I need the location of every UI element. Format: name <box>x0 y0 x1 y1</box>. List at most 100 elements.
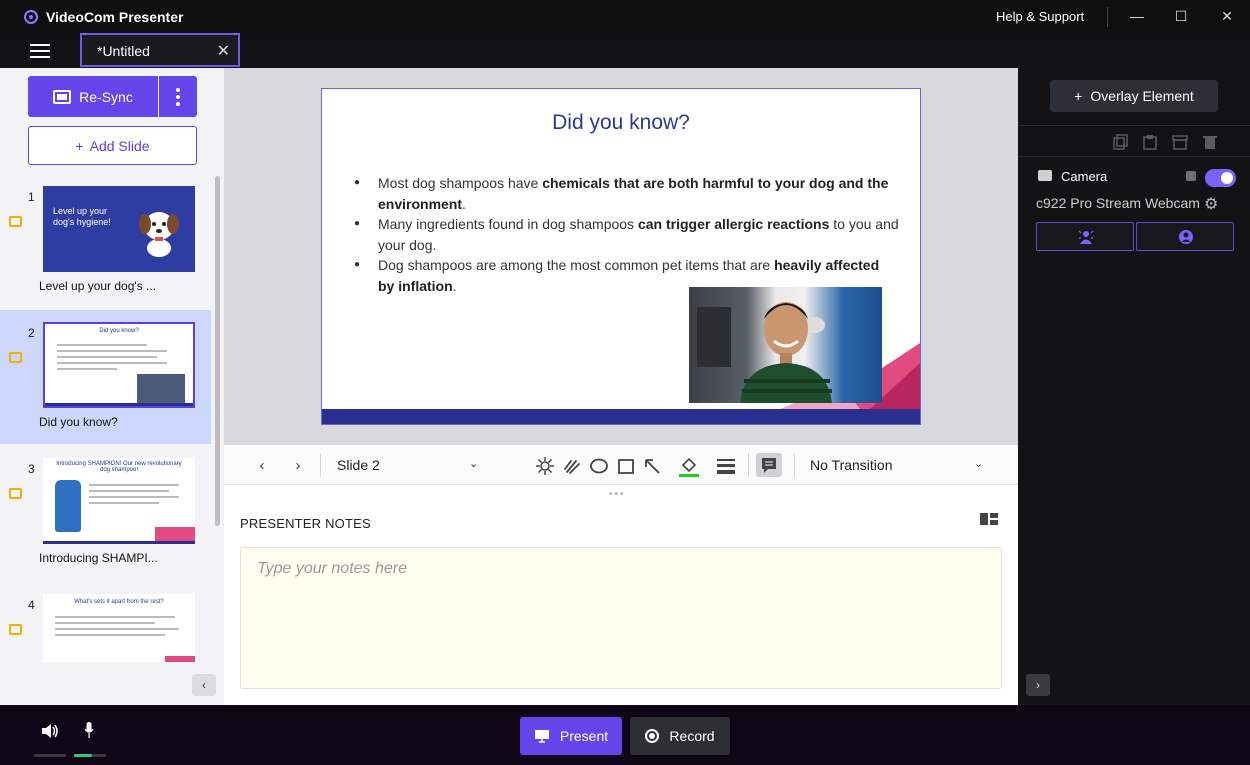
help-support-link[interactable]: Help & Support <box>996 9 1084 24</box>
more-options-button[interactable] <box>159 76 197 117</box>
resync-button[interactable]: Re-Sync <box>28 76 158 117</box>
maximize-icon[interactable]: ☐ <box>1171 6 1191 26</box>
slide-title: Did you know? <box>552 111 690 134</box>
slide-screen-icon <box>9 352 22 363</box>
bottom-bar: Present Record <box>0 705 1250 765</box>
camera-label: Camera <box>1061 169 1108 184</box>
hamburger-menu-icon[interactable] <box>30 44 50 58</box>
slide-bullet: Many ingredients found in dog shampoos c… <box>354 214 899 255</box>
slide-list-item[interactable]: 4 What's sets it apart from the rest? <box>0 582 211 674</box>
laser-pointer-icon[interactable] <box>534 455 556 477</box>
slide-select-dropdown[interactable]: Slide 2 <box>337 457 380 473</box>
slide-number: 3 <box>28 462 35 476</box>
toolbar-divider <box>320 453 321 477</box>
slide-thumbnail-title: What's sets it apart from the rest? <box>74 599 164 605</box>
record-button[interactable]: Record <box>630 717 730 755</box>
slide-bullets: Most dog shampoos have chemicals that ar… <box>354 173 899 296</box>
presenter-notes-input[interactable] <box>240 547 1002 689</box>
add-slide-label: Add Slide <box>89 137 150 154</box>
expand-panel-icon[interactable]: › <box>1026 674 1050 696</box>
presenter-notes-label: PRESENTER NOTES <box>240 516 371 531</box>
speaker-level-meter <box>34 754 66 757</box>
camera-toggle[interactable] <box>1205 169 1236 187</box>
gear-icon[interactable]: ⚙ <box>1204 194 1218 214</box>
presenter-video-icon <box>740 302 832 403</box>
background-effect-button[interactable] <box>1036 222 1134 251</box>
slide-thumbnail: What's sets it apart from the rest? <box>43 594 195 662</box>
previous-slide-icon[interactable]: ‹ <box>251 455 273 477</box>
present-label: Present <box>559 728 609 744</box>
slide-thumbnail: Introducing SHAMPION! Our new revolution… <box>43 458 195 544</box>
paste-icon[interactable] <box>1142 134 1158 150</box>
webcam-overlay[interactable] <box>689 287 882 403</box>
slide-list-item[interactable]: 3 Introducing SHAMPION! Our new revoluti… <box>0 446 211 580</box>
slide-select-chevron-icon[interactable]: ⌄ <box>469 457 478 470</box>
lock-icon[interactable] <box>1186 171 1196 181</box>
camera-icon <box>1038 170 1052 181</box>
toolbar-divider <box>748 453 749 477</box>
overlay-panel: + Overlay Element Camera c922 Pro Stream… <box>1018 68 1250 705</box>
plus-icon: + <box>75 137 84 154</box>
document-tab-label: *Untitled <box>97 43 150 59</box>
title-bar: VideoCom Presenter Help & Support — ☐ ✕ <box>0 0 1250 33</box>
rectangle-tool-icon[interactable] <box>615 455 637 477</box>
slide-toolbar: ‹ › Slide 2 ⌄ No Transition ⌄ <box>224 445 1018 485</box>
next-slide-icon[interactable]: › <box>287 455 309 477</box>
ellipse-tool-icon[interactable] <box>588 455 610 477</box>
resize-handle-icon[interactable]: ••• <box>609 489 626 500</box>
shampoo-bottle-icon <box>55 480 81 532</box>
slide-preview[interactable]: Did you know? Most dog shampoos have che… <box>321 88 921 425</box>
mic-level-meter <box>74 754 106 757</box>
add-slide-button[interactable]: + Add Slide <box>28 126 197 165</box>
freehand-draw-icon[interactable] <box>561 455 583 477</box>
record-icon <box>645 729 660 743</box>
resync-label: Re-Sync <box>79 88 133 105</box>
slide-footer-band <box>322 409 920 424</box>
slide-caption: Did you know? <box>39 415 118 429</box>
person-circle-icon <box>1179 230 1193 244</box>
slide-caption: Level up your dog's ... <box>39 279 157 293</box>
camera-frame-button[interactable] <box>1136 222 1234 251</box>
slide-list-item-active[interactable]: 2 Did you know? Did you know? <box>0 310 211 444</box>
plus-icon: + <box>1074 88 1083 104</box>
speech-bubble-icon[interactable] <box>756 453 782 477</box>
slides-sidebar: Re-Sync + Add Slide 1 Level up your dog'… <box>0 68 224 705</box>
document-tab[interactable]: *Untitled ✕ <box>80 33 240 67</box>
copy-icon[interactable] <box>1113 134 1129 150</box>
collapse-sidebar-icon[interactable]: ‹ <box>192 674 216 696</box>
panel-divider <box>1018 156 1250 157</box>
overlay-element-button[interactable]: + Overlay Element <box>1050 80 1218 112</box>
slide-number: 2 <box>28 326 35 340</box>
slide-thumbnail: Level up your dog's hygiene! <box>43 186 195 272</box>
slide-canvas-area: Did you know? Most dog shampoos have che… <box>224 68 1018 445</box>
close-window-icon[interactable]: ✕ <box>1217 6 1237 26</box>
dog-illustration-icon <box>139 212 179 257</box>
slide-list-item[interactable]: 1 Level up your dog's hygiene! Level up … <box>0 174 211 308</box>
screen-icon <box>53 89 72 104</box>
transition-dropdown[interactable]: No Transition <box>810 457 892 473</box>
transition-chevron-icon[interactable]: ⌄ <box>974 457 983 470</box>
mic-level-fill <box>74 754 92 757</box>
microphone-icon[interactable] <box>84 722 94 738</box>
slide-thumbnail-title: Did you know? <box>99 328 139 334</box>
slide-number: 4 <box>28 598 35 612</box>
slide-screen-icon <box>9 624 22 635</box>
present-button[interactable]: Present <box>520 717 622 755</box>
speaker-icon[interactable] <box>40 722 60 740</box>
slide-screen-icon <box>9 216 22 227</box>
archive-icon[interactable] <box>1172 134 1188 150</box>
fill-color-icon[interactable] <box>678 455 700 477</box>
close-tab-icon[interactable]: ✕ <box>217 41 230 61</box>
slide-bullet: Most dog shampoos have chemicals that ar… <box>354 173 899 214</box>
present-screen-icon <box>534 730 549 743</box>
arrow-tool-icon[interactable] <box>641 455 663 477</box>
minimize-icon[interactable]: — <box>1127 6 1147 26</box>
app-title: VideoCom Presenter <box>46 8 184 25</box>
line-weight-icon[interactable] <box>715 455 737 477</box>
notes-layout-icon[interactable] <box>980 513 998 525</box>
slide-thumbnail-title: Introducing SHAMPION! Our new revolution… <box>56 461 182 473</box>
record-label: Record <box>669 728 715 744</box>
sidebar-scrollbar[interactable] <box>215 176 220 526</box>
delete-icon[interactable] <box>1202 134 1218 150</box>
tab-bar: *Untitled ✕ <box>0 33 1250 68</box>
